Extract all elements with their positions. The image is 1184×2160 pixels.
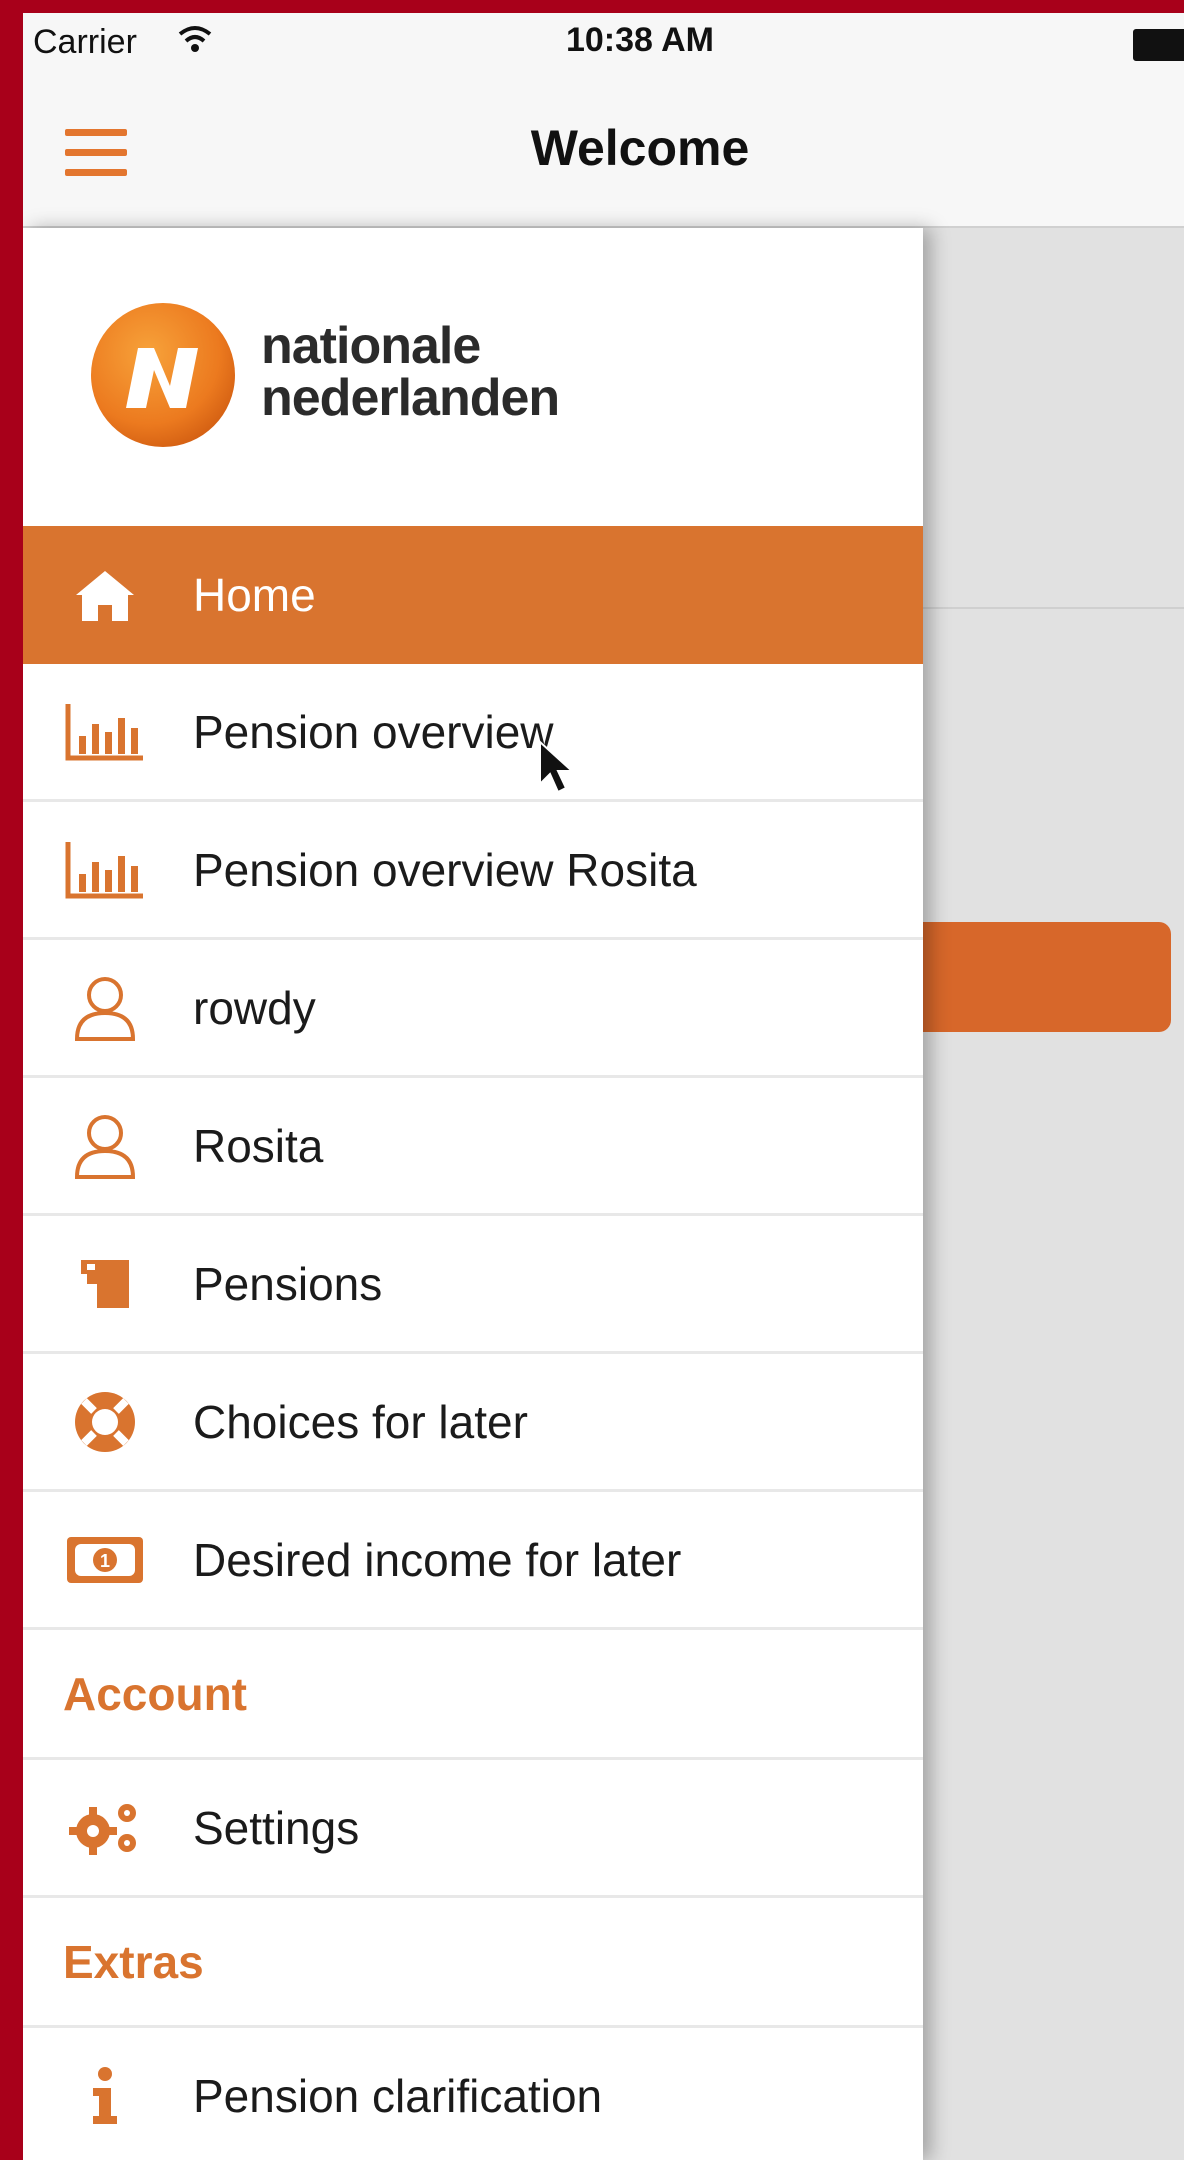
- info-icon: [63, 2061, 147, 2131]
- navigation-bar: Welcome: [23, 71, 1184, 228]
- menu-item-label: Pension clarification: [193, 2069, 603, 2122]
- logo-text: nationale nederlanden: [261, 317, 560, 427]
- menu-item-desired-income[interactable]: 1 Desired income for later: [23, 1492, 923, 1630]
- menu-item-pension-overview[interactable]: Pension overview: [23, 664, 923, 802]
- menu-item-label: Pensions: [193, 1257, 383, 1310]
- user-icon: [63, 973, 147, 1043]
- menu-item-label: Home: [193, 569, 316, 621]
- background-divider: [923, 607, 1184, 609]
- page-title: Welcome: [530, 120, 750, 176]
- status-bar: Carrier 10:38 AM: [23, 13, 1184, 71]
- menu-item-rosita[interactable]: Rosita: [23, 1078, 923, 1216]
- nn-logo-icon: [91, 303, 235, 447]
- menu-item-label: Choices for later: [193, 1395, 528, 1448]
- home-icon: [63, 560, 147, 630]
- menu-item-label: Settings: [193, 1801, 360, 1854]
- menu-item-home[interactable]: Home: [23, 526, 923, 664]
- menu-item-settings[interactable]: Settings: [23, 1760, 923, 1898]
- lifebuoy-icon: [63, 1387, 147, 1457]
- user-icon: [63, 1111, 147, 1181]
- menu-item-pension-overview-rosita[interactable]: Pension overview Rosita: [23, 802, 923, 940]
- logo-text-line2: nederlanden: [261, 369, 560, 427]
- phone-screen: Carrier 10:38 AM Welcome nationale neder…: [23, 13, 1184, 2160]
- section-header-extras: Extras: [23, 1898, 923, 2028]
- menu-item-rowdy[interactable]: rowdy: [23, 940, 923, 1078]
- background-button[interactable]: [903, 922, 1171, 1032]
- menu-item-label: rowdy: [193, 981, 316, 1034]
- menu-item-pension-clarification[interactable]: Pension clarification: [23, 2028, 923, 2160]
- drawer-menu: Home Pension overview Pension overview R…: [23, 526, 923, 2160]
- logo-area: nationale nederlanden: [23, 228, 923, 526]
- bar-chart-icon: [63, 835, 147, 905]
- mouse-cursor-icon: [539, 740, 575, 794]
- menu-item-label: Pension overview Rosita: [193, 843, 697, 896]
- pension-icon: [63, 1249, 147, 1319]
- banknote-icon: 1: [63, 1525, 147, 1595]
- menu-item-pensions[interactable]: Pensions: [23, 1216, 923, 1354]
- menu-item-choices-for-later[interactable]: Choices for later: [23, 1354, 923, 1492]
- logo-text-line1: nationale: [261, 317, 481, 375]
- gears-icon: [63, 1793, 147, 1863]
- status-time: 10:38 AM: [565, 21, 715, 59]
- section-header-account: Account: [23, 1630, 923, 1760]
- svg-text:1: 1: [100, 1551, 110, 1571]
- menu-item-label: Desired income for later: [193, 1533, 682, 1586]
- menu-item-label: Pension overview: [193, 705, 554, 758]
- bar-chart-icon: [63, 697, 147, 767]
- menu-item-label: Rosita: [193, 1119, 324, 1172]
- battery-icon: [1133, 29, 1184, 61]
- side-drawer: nationale nederlanden Home Pension overv…: [23, 228, 923, 2160]
